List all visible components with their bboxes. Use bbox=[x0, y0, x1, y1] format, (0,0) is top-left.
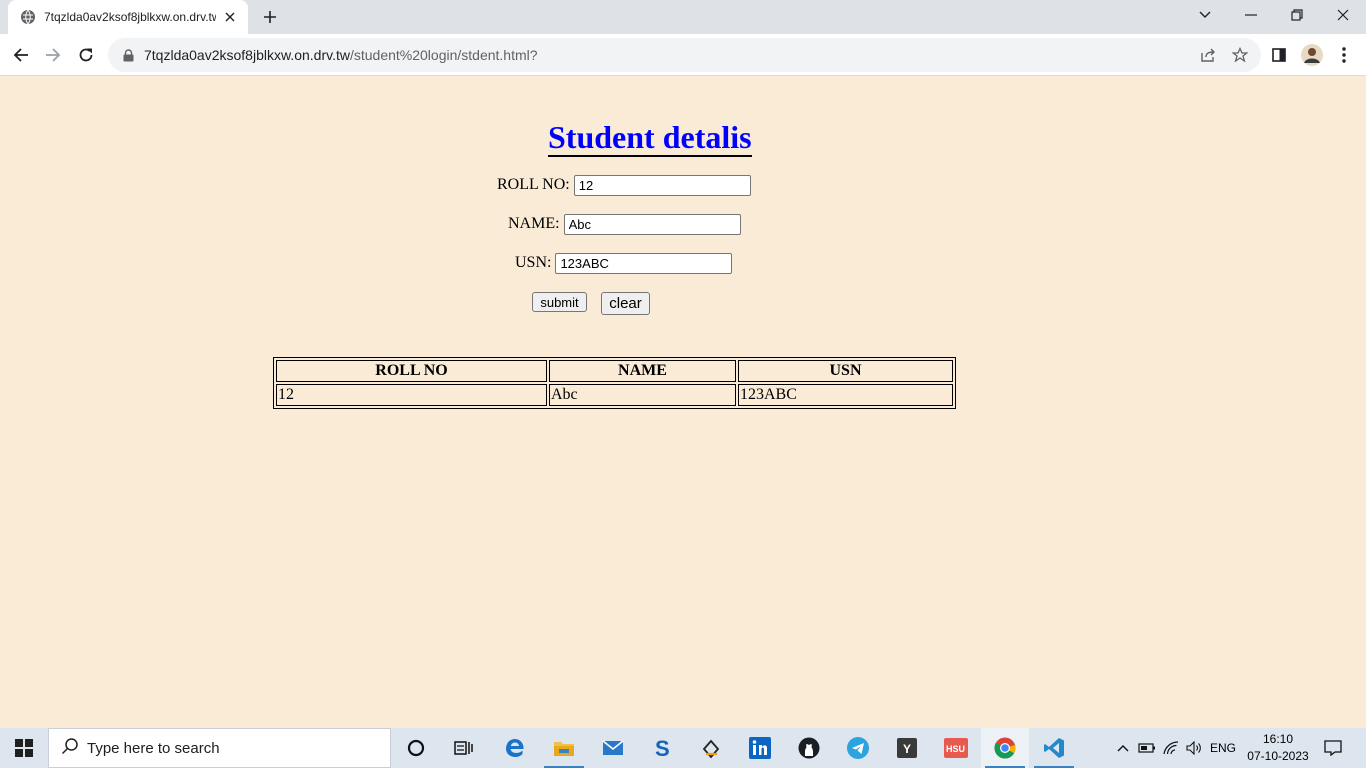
windows-taskbar: Type here to search S Y HSU ENG 16:10 07… bbox=[0, 728, 1366, 768]
student-table: ROLL NO NAME USN 12 Abc 123ABC bbox=[273, 357, 956, 409]
skype-icon[interactable]: S bbox=[638, 728, 686, 768]
clock-date: 07-10-2023 bbox=[1247, 749, 1309, 763]
language-indicator[interactable]: ENG bbox=[1207, 728, 1239, 768]
url-text: 7tqzlda0av2ksof8jblkxw.on.drv.tw/student… bbox=[144, 47, 538, 63]
url-path: /student%20login/stdent.html? bbox=[349, 47, 538, 63]
table-cell-usn: 123ABC bbox=[738, 384, 953, 406]
close-window-icon[interactable] bbox=[1320, 0, 1366, 30]
clock[interactable]: 16:10 07-10-2023 bbox=[1240, 731, 1316, 765]
new-tab-button[interactable] bbox=[258, 5, 282, 29]
share-icon[interactable] bbox=[1192, 39, 1224, 71]
hsu-app-icon[interactable]: HSU bbox=[932, 728, 980, 768]
svg-text:S: S bbox=[655, 737, 670, 759]
roll-no-input[interactable] bbox=[573, 174, 751, 196]
search-icon bbox=[61, 737, 79, 760]
roll-no-label: ROLL NO: bbox=[497, 176, 570, 193]
submit-button[interactable]: submit bbox=[532, 292, 587, 312]
lock-icon[interactable] bbox=[120, 47, 136, 63]
vlc-icon[interactable] bbox=[687, 728, 735, 768]
tab-title: 7tqzlda0av2ksof8jblkxw.on.drv.tw bbox=[44, 10, 216, 24]
table-row: 12 Abc 123ABC bbox=[276, 384, 953, 406]
browser-tab-strip: 7tqzlda0av2ksof8jblkxw.on.drv.tw bbox=[0, 0, 1366, 34]
svg-text:HSU: HSU bbox=[946, 744, 965, 754]
page-content: Student detalis ROLL NO: NAME: USN: subm… bbox=[0, 77, 1366, 728]
y-app-icon[interactable]: Y bbox=[883, 728, 931, 768]
svg-text:Y: Y bbox=[903, 742, 911, 756]
file-explorer-icon[interactable] bbox=[540, 728, 588, 768]
column-header-name: NAME bbox=[549, 360, 736, 382]
menu-dots-icon[interactable] bbox=[1328, 39, 1360, 71]
url-host: 7tqzlda0av2ksof8jblkxw.on.drv.tw bbox=[144, 47, 350, 63]
usn-row: USN: bbox=[515, 252, 733, 274]
back-arrow-icon[interactable] bbox=[5, 39, 37, 71]
reload-icon[interactable] bbox=[70, 39, 102, 71]
wifi-icon[interactable] bbox=[1160, 728, 1182, 768]
search-placeholder: Type here to search bbox=[87, 739, 220, 757]
clock-time: 16:10 bbox=[1262, 732, 1294, 746]
notification-icon[interactable] bbox=[1316, 728, 1350, 768]
cortana-icon[interactable] bbox=[392, 728, 440, 768]
forward-arrow-icon[interactable] bbox=[37, 39, 69, 71]
taskbar-search-box[interactable]: Type here to search bbox=[48, 728, 391, 768]
page-title: Student detalis bbox=[548, 119, 752, 157]
restore-icon[interactable] bbox=[1274, 0, 1320, 30]
side-panel-icon[interactable] bbox=[1263, 39, 1295, 71]
battery-icon[interactable] bbox=[1136, 728, 1158, 768]
telegram-icon[interactable] bbox=[834, 728, 882, 768]
task-view-icon[interactable] bbox=[440, 728, 488, 768]
browser-tab[interactable]: 7tqzlda0av2ksof8jblkxw.on.drv.tw bbox=[8, 0, 248, 34]
name-row: NAME: bbox=[508, 213, 741, 235]
roll-no-row: ROLL NO: bbox=[497, 174, 751, 196]
volume-icon[interactable] bbox=[1183, 728, 1205, 768]
table-header-row: ROLL NO NAME USN bbox=[276, 360, 953, 382]
name-label: NAME: bbox=[508, 215, 560, 232]
usn-label: USN: bbox=[515, 254, 552, 271]
bookmark-star-icon[interactable] bbox=[1224, 39, 1256, 71]
usn-input[interactable] bbox=[555, 252, 733, 274]
column-header-usn: USN bbox=[738, 360, 953, 382]
linkedin-icon[interactable] bbox=[736, 728, 784, 768]
minimize-icon[interactable] bbox=[1228, 0, 1274, 30]
github-icon[interactable] bbox=[785, 728, 833, 768]
clear-button[interactable]: clear bbox=[601, 292, 650, 315]
profile-avatar[interactable] bbox=[1296, 39, 1328, 71]
address-bar[interactable]: 7tqzlda0av2ksof8jblkxw.on.drv.tw/student… bbox=[108, 38, 1261, 72]
chevron-up-icon[interactable] bbox=[1113, 728, 1133, 768]
name-input[interactable] bbox=[563, 213, 741, 235]
windows-start-icon[interactable] bbox=[0, 728, 48, 768]
edge-icon[interactable] bbox=[491, 728, 539, 768]
globe-icon bbox=[20, 9, 36, 25]
table-cell-name: Abc bbox=[549, 384, 736, 406]
tab-search-icon[interactable] bbox=[1182, 0, 1228, 30]
column-header-roll-no: ROLL NO bbox=[276, 360, 547, 382]
browser-toolbar: 7tqzlda0av2ksof8jblkxw.on.drv.tw/student… bbox=[0, 34, 1366, 76]
mail-icon[interactable] bbox=[589, 728, 637, 768]
table-cell-roll-no: 12 bbox=[276, 384, 547, 406]
close-tab-icon[interactable] bbox=[222, 9, 238, 25]
chrome-icon[interactable] bbox=[981, 728, 1029, 768]
vscode-icon[interactable] bbox=[1030, 728, 1078, 768]
